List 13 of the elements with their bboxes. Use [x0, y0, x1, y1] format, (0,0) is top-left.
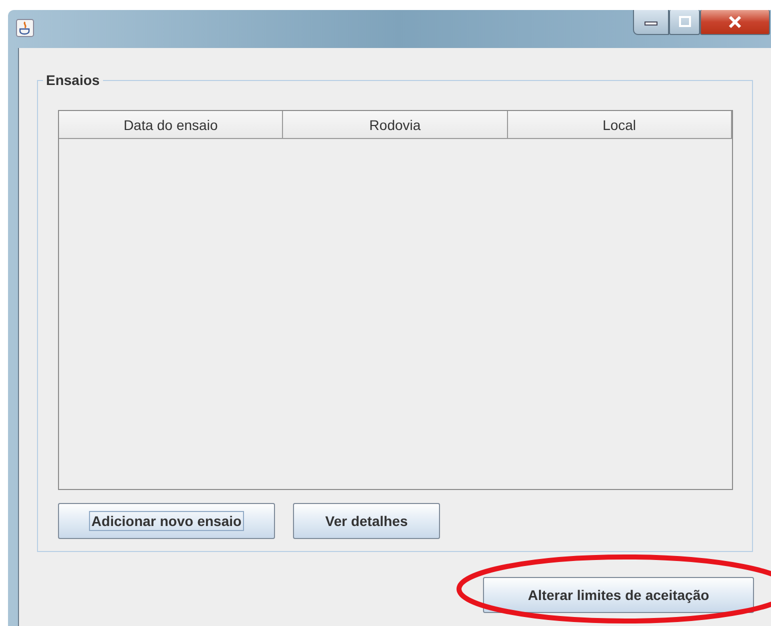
panel-title: Ensaios	[45, 72, 101, 88]
close-button[interactable]	[700, 10, 770, 35]
column-header[interactable]: Local	[508, 111, 732, 138]
maximize-icon	[678, 16, 692, 28]
action-button[interactable]: Ver detalhes	[293, 503, 440, 539]
column-header[interactable]: Data do ensaio	[59, 111, 284, 138]
cup-icon	[16, 19, 34, 37]
minimize-button[interactable]	[633, 10, 669, 35]
close-icon	[727, 15, 743, 29]
action-button[interactable]: Alterar limites de aceitação	[483, 577, 754, 613]
maximize-button[interactable]	[669, 10, 700, 35]
column-header[interactable]: Rodovia	[283, 111, 508, 138]
action-button[interactable]: Adicionar novo ensaio	[58, 503, 275, 539]
